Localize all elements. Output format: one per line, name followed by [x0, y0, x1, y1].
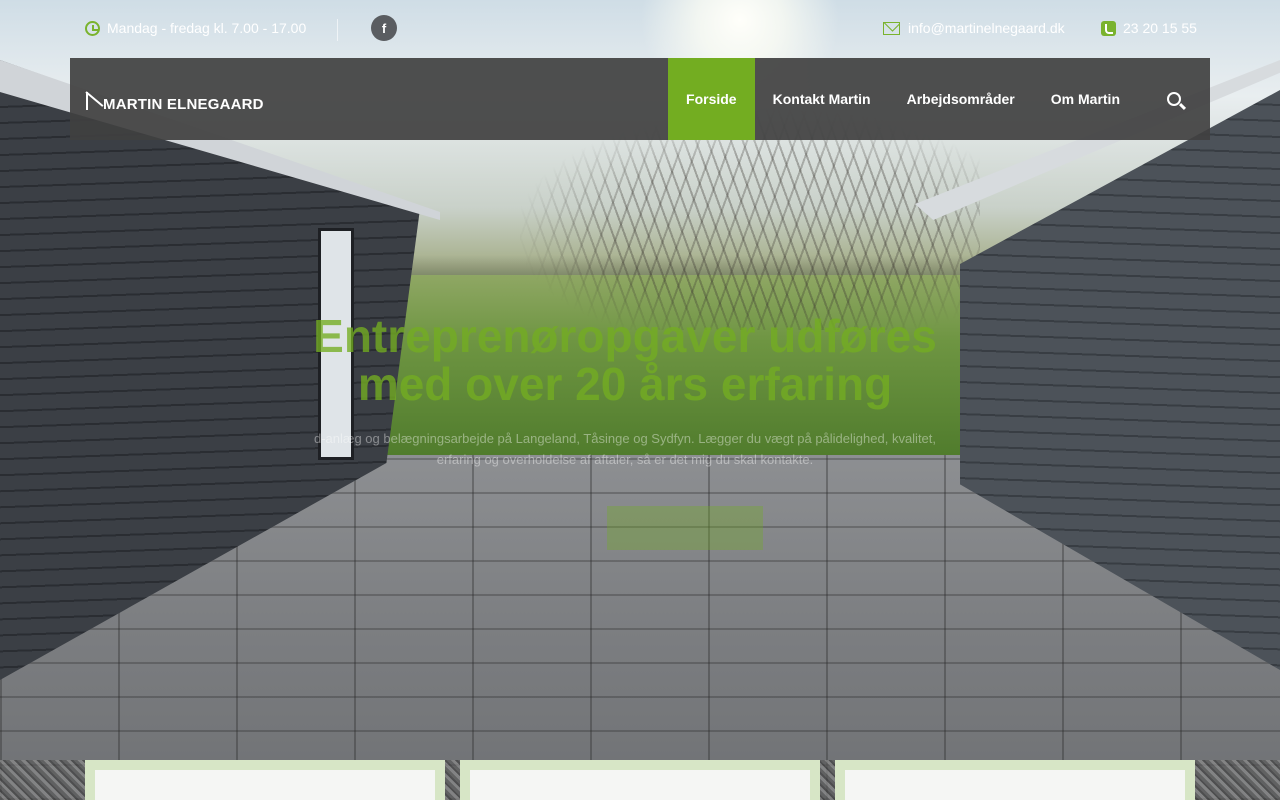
feature-card[interactable]	[835, 760, 1195, 800]
feature-card[interactable]	[85, 760, 445, 800]
opening-hours-text: Mandag - fredag kl. 7.00 - 17.00	[107, 20, 307, 36]
opening-hours: Mandag - fredag kl. 7.00 - 17.00	[85, 20, 306, 36]
hero-title: Entreprenøropgaver udføres med over 20 å…	[313, 310, 937, 410]
bare-trees	[520, 110, 980, 330]
hero-description: d-anlæg og belægningsarbejde på Langelan…	[313, 431, 937, 467]
topbar-divider	[337, 19, 338, 41]
nav-menu: Forside Kontakt Martin Arbejdsområder Om…	[668, 58, 1210, 140]
main-navigation: MARTIN ELNEGAARD Forside Kontakt Martin …	[70, 58, 1210, 140]
search-button[interactable]	[1138, 58, 1210, 140]
clock-icon	[85, 20, 100, 36]
top-info-bar: Mandag - fredag kl. 7.00 - 17.00 f info@…	[0, 0, 1280, 58]
hero-cta-button[interactable]	[607, 506, 763, 550]
feature-cards	[85, 760, 1195, 800]
feature-card[interactable]	[460, 760, 820, 800]
nav-item-om-martin[interactable]: Om Martin	[1033, 58, 1138, 140]
phone-link[interactable]: 23 20 15 55	[1101, 20, 1197, 36]
nav-item-forside[interactable]: Forside	[668, 58, 755, 140]
mail-icon	[883, 21, 900, 35]
search-icon	[1167, 92, 1181, 106]
facebook-icon[interactable]: f	[371, 15, 397, 41]
feature-card-body	[470, 770, 810, 800]
nav-item-kontakt-martin[interactable]: Kontakt Martin	[755, 58, 889, 140]
hero-section: Entreprenøropgaver udføres med over 20 å…	[300, 312, 950, 555]
logo-mark-icon	[85, 90, 105, 112]
phone-icon	[1101, 20, 1116, 36]
phone-text: 23 20 15 55	[1123, 20, 1197, 36]
nav-item-arbejdsomraader[interactable]: Arbejdsområder	[889, 58, 1033, 140]
feature-card-body	[845, 770, 1185, 800]
logo-text: MARTIN ELNEGAARD	[103, 96, 264, 113]
email-text: info@martinelnegaard.dk	[908, 20, 1065, 36]
site-logo[interactable]: MARTIN ELNEGAARD	[85, 86, 264, 112]
feature-card-body	[95, 770, 435, 800]
email-link[interactable]: info@martinelnegaard.dk	[883, 20, 1065, 36]
